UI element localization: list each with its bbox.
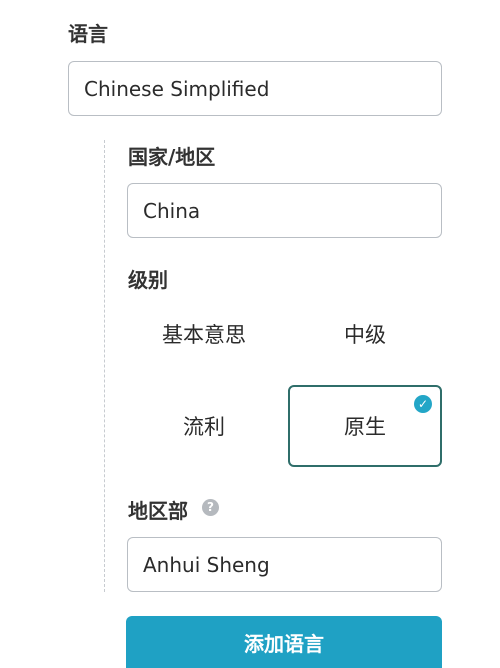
- language-field[interactable]: Chinese Simplified: [68, 61, 442, 116]
- level-label: 级别: [128, 268, 168, 292]
- region-label: 地区部: [128, 499, 188, 523]
- language-label: 语言: [68, 22, 108, 46]
- country-field[interactable]: China: [127, 183, 442, 238]
- level-option-basic[interactable]: 基本意思: [127, 293, 281, 375]
- nested-section-divider: [104, 140, 105, 592]
- level-option-native-label: 原生: [344, 415, 386, 439]
- region-field[interactable]: Anhui Sheng: [127, 537, 442, 592]
- help-icon[interactable]: ?: [202, 499, 219, 516]
- level-option-intermediate[interactable]: 中级: [288, 293, 442, 375]
- add-language-button-label: 添加语言: [244, 632, 324, 656]
- country-label: 国家/地区: [128, 145, 216, 169]
- level-option-native[interactable]: 原生 ✓: [288, 385, 442, 467]
- level-option-fluent[interactable]: 流利: [127, 385, 281, 467]
- add-language-button[interactable]: 添加语言: [126, 616, 442, 668]
- checkmark-icon: ✓: [414, 395, 432, 413]
